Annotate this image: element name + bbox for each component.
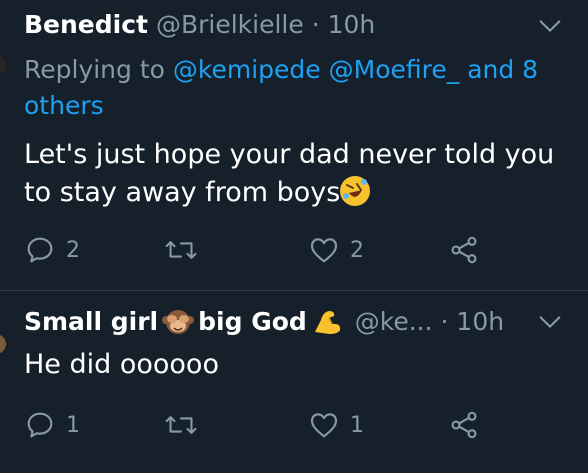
replying-to-label: Replying to [24, 55, 165, 84]
retweet-button[interactable] [164, 405, 208, 445]
retweet-icon [165, 416, 197, 434]
like-button[interactable]: 1 [308, 405, 364, 445]
share-icon [451, 236, 477, 264]
retweet-button[interactable] [164, 230, 208, 270]
tweet-benedict[interactable]: Benedict @Brielkielle · 10h Replying to … [0, 0, 588, 290]
separator-dot: · [440, 307, 449, 336]
like-icon [310, 238, 338, 263]
user-handle[interactable]: @Brielkielle [156, 10, 304, 39]
tweet-text: Let's just hope your dad never told you … [24, 136, 569, 212]
reply-icon [27, 412, 53, 438]
rolling-on-floor-laughing-emoji [340, 175, 371, 206]
reply-button[interactable]: 1 [24, 405, 80, 445]
replying-to-line: Replying to @kemipede @Moefire_ and 8 ot… [24, 52, 574, 124]
reply-count: 2 [66, 237, 80, 263]
user-handle[interactable]: @ke... [355, 307, 433, 336]
display-name[interactable]: Benedict [24, 10, 148, 39]
reply-icon [27, 237, 53, 263]
timestamp[interactable]: 10h [328, 10, 376, 39]
tweet-actions: 2 2 [24, 230, 584, 270]
tweet-actions: 1 1 [24, 405, 584, 445]
display-name-part: big God [198, 307, 307, 336]
share-button[interactable] [448, 230, 480, 270]
display-name[interactable]: Small girl big God [24, 307, 347, 336]
tweet-text: He did oooooo [24, 349, 219, 380]
tweet-divider [0, 290, 588, 291]
tweet-small-girl[interactable]: Small girl big God @ke... · 10h He did o… [0, 294, 588, 473]
see-no-evil-monkey-emoji [162, 308, 195, 338]
mention-link[interactable]: @kemipede [173, 55, 321, 84]
reply-count: 1 [66, 412, 80, 438]
display-name-part: Small girl [24, 307, 159, 336]
share-icon [451, 411, 477, 439]
mention-link[interactable]: @Moefire_ [329, 55, 460, 84]
chevron-down-icon[interactable] [536, 308, 564, 336]
share-button[interactable] [448, 405, 480, 445]
avatar[interactable] [0, 334, 6, 354]
separator-dot: · [311, 10, 320, 39]
like-count: 2 [350, 237, 364, 263]
like-icon [310, 413, 338, 438]
flexed-biceps-emoji [311, 308, 343, 338]
tweet-header: Benedict @Brielkielle · 10h [24, 10, 375, 40]
tweet-text-content: Let's just hope your dad never told you … [24, 139, 555, 208]
retweet-icon [165, 241, 197, 259]
tweet-header: Small girl big God @ke... · 10h [24, 307, 504, 338]
timestamp[interactable]: 10h [456, 307, 504, 336]
like-count: 1 [350, 412, 364, 438]
reply-button[interactable]: 2 [24, 230, 80, 270]
avatar[interactable] [0, 55, 6, 75]
chevron-down-icon[interactable] [536, 12, 564, 40]
like-button[interactable]: 2 [308, 230, 364, 270]
